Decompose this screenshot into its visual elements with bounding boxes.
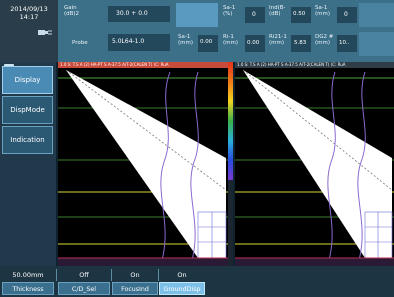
readout-5[interactable]: Ri21-1 (mm) 5.83 (267, 32, 311, 56)
readout-value: 10.. (339, 40, 350, 46)
readout-label: Ri21-1 (mm) (269, 34, 287, 46)
dispmode-button[interactable]: DispMode (2, 96, 53, 124)
thickness-value: 50.00mm (12, 271, 44, 279)
indication-button[interactable]: Indication (2, 126, 53, 154)
readout-value: 5.83 (294, 40, 307, 46)
readout-6[interactable]: Sa-1 (mm) 0 (313, 3, 357, 27)
status-bar: 2014/09/13 14:17 Gain (dB)2 30.0 + 0.0 P… (0, 0, 394, 62)
readout-4[interactable]: Ind(B- (dB) 0.50 (267, 3, 311, 27)
left-menu: Display DispMode Indication (0, 62, 56, 266)
readout-label: Sa-1 (mm) (315, 5, 331, 17)
readout-label: Ri-1 (mm) (223, 34, 239, 46)
readout-highlight (176, 3, 218, 27)
focusind-value: On (130, 271, 140, 279)
readout-label: Sa-1 (%) (223, 5, 236, 17)
readout-value: 0.50 (293, 11, 306, 17)
bottom-menu: 50.00mm Off On On Thickness C/D_Sel Focu… (0, 266, 394, 297)
datetime-box: 2014/09/13 14:17 (0, 0, 58, 62)
readout-value: 0 (344, 11, 348, 18)
readout-label: Sa-1 (mm) (178, 34, 194, 46)
readout-value: 0.00 (247, 40, 260, 46)
readout-value: 0.00 (200, 39, 213, 45)
probe-value: 5.0L64-1.0 (112, 38, 145, 45)
readout-value: 0 (252, 11, 256, 18)
time-label: 14:17 (19, 13, 39, 21)
readout-2[interactable]: Sa-1 (mm) 0.00 (176, 32, 218, 56)
right-scan-view[interactable]: 1.0 S: T.S A (2) HA-PT S A-37.5 A/T-2(CA… (235, 62, 394, 266)
readout-7[interactable]: DG2 # (mm) 10.. (313, 32, 357, 56)
readout-1[interactable]: Sa-1 (%) 0 (221, 3, 265, 27)
right-scan-canvas (235, 69, 394, 266)
cd-sel-value: Off (79, 271, 89, 279)
left-scan-view[interactable]: 1.0 S: T.S A (2) HA-PT S A-37.5 A/T-2(CA… (58, 62, 228, 266)
left-depth-ruler (228, 180, 233, 266)
readout-overflow (359, 32, 394, 56)
probe-label: Probe (72, 40, 88, 46)
grounddisp-button[interactable]: GroundDisp (159, 282, 205, 295)
divider (56, 269, 57, 281)
readout-label: DG2 # (mm) (315, 34, 334, 46)
readout-3[interactable]: Ri-1 (mm) 0.00 (221, 32, 265, 56)
probe-field[interactable]: Probe 5.0L64-1.0 (62, 32, 174, 56)
grounddisp-value: On (177, 271, 187, 279)
gain-value: 30.0 + 0.0 (116, 10, 148, 17)
left-scan-canvas (58, 69, 228, 266)
display-button[interactable]: Display (2, 66, 53, 94)
readout-label: Ind(B- (dB) (269, 5, 286, 17)
color-palette-bar (228, 62, 233, 180)
gain-field[interactable]: Gain (dB)2 30.0 + 0.0 (62, 3, 174, 27)
focusind-button[interactable]: FocusInd (112, 282, 158, 295)
cd-sel-button[interactable]: C/D_Sel (58, 282, 110, 295)
gain-label: Gain (dB)2 (64, 5, 80, 17)
readout-overflow (359, 3, 394, 27)
date-label: 2014/09/13 (10, 5, 48, 13)
thickness-button[interactable]: Thickness (2, 282, 54, 295)
plug-icon (38, 30, 52, 35)
